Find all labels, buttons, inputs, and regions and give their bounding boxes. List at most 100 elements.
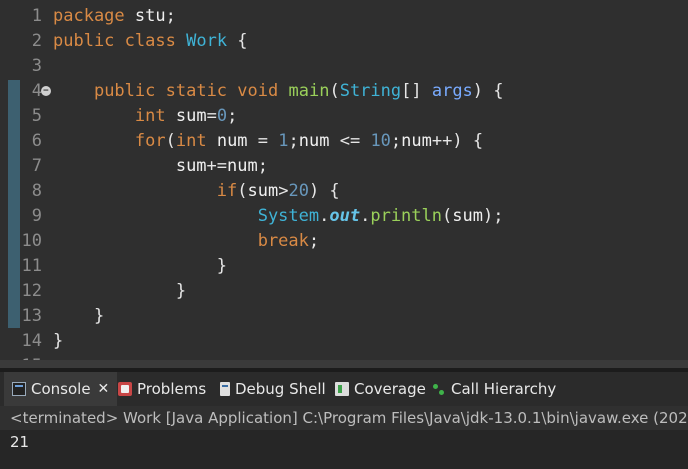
line-number: 3 xyxy=(31,56,42,76)
line-number: 2 xyxy=(31,31,42,51)
code-token: main xyxy=(288,81,330,101)
code-token: = xyxy=(206,106,217,126)
fold-collapse-icon[interactable]: − xyxy=(41,86,51,96)
code-line[interactable]: int sum=0; xyxy=(53,104,237,129)
line-number: 5 xyxy=(31,106,42,126)
code-token: . xyxy=(319,206,330,226)
code-token: ); xyxy=(482,206,504,226)
code-line[interactable]: public class Work { xyxy=(53,29,248,54)
code-line[interactable]: } xyxy=(53,304,104,329)
code-token: System xyxy=(257,206,320,226)
console-output-text[interactable]: 21 xyxy=(10,431,29,453)
code-token: num xyxy=(298,131,330,151)
code-token: sum xyxy=(452,206,483,226)
code-token: ( xyxy=(329,81,340,101)
code-token: stu xyxy=(134,6,166,26)
line-number: 8 xyxy=(31,181,42,201)
console-icon xyxy=(12,382,26,396)
tab-label: Coverage xyxy=(354,380,426,398)
ide-window: 1 2 3 4 5 6 7 8 9 10 11 12 13 14 15 − pa… xyxy=(0,0,688,469)
tab-problems[interactable]: Problems xyxy=(118,372,206,406)
code-line[interactable]: } xyxy=(53,329,63,354)
code-token: Work xyxy=(186,31,228,51)
code-token: package xyxy=(53,6,125,26)
code-token: ; xyxy=(257,156,268,176)
console-view[interactable]: <terminated> Work [Java Application] C:\… xyxy=(0,406,688,469)
code-editor[interactable]: 1 2 3 4 5 6 7 8 9 10 11 12 13 14 15 − pa… xyxy=(0,0,688,368)
code-token: int xyxy=(175,131,207,151)
tab-label: Debug Shell xyxy=(235,380,326,398)
console-status-header: <terminated> Work [Java Application] C:\… xyxy=(0,406,688,430)
coverage-icon xyxy=(335,382,349,396)
code-token: += xyxy=(206,156,228,176)
code-token: } xyxy=(53,331,64,351)
code-line[interactable]: package stu; xyxy=(53,4,176,29)
code-line[interactable]: System.out.println(sum); xyxy=(53,204,504,229)
tab-label: Call Hierarchy xyxy=(451,380,557,398)
code-token: sum xyxy=(247,181,279,201)
code-token: void xyxy=(237,81,279,101)
close-icon[interactable]: ✕ xyxy=(98,381,110,397)
code-token: 20 xyxy=(288,181,309,201)
code-token: sum xyxy=(175,106,207,126)
line-number: 11 xyxy=(21,256,42,276)
line-number: 6 xyxy=(31,131,42,151)
code-token: ; xyxy=(227,106,238,126)
tab-call-hierarchy[interactable]: Call Hierarchy xyxy=(432,372,556,406)
code-token: ; xyxy=(308,231,320,251)
tab-debug-shell[interactable]: Debug Shell xyxy=(220,372,326,406)
code-token: sum xyxy=(175,156,207,176)
code-token: ++) { xyxy=(431,131,484,151)
code-token: ) { xyxy=(308,181,340,201)
code-token: ( xyxy=(237,181,248,201)
code-line[interactable]: public static void main(String[] args) { xyxy=(53,79,504,104)
tab-console[interactable]: Console ✕ xyxy=(4,372,118,406)
editor-horizontal-scrollbar[interactable] xyxy=(0,360,688,368)
code-token: num xyxy=(401,131,432,151)
code-token: for xyxy=(134,131,166,151)
code-line[interactable]: sum+=num; xyxy=(53,154,268,179)
line-number: 14 xyxy=(21,331,42,351)
code-token: public xyxy=(93,81,156,101)
code-token: num xyxy=(227,156,258,176)
code-token: ; xyxy=(390,131,402,151)
code-line[interactable]: break; xyxy=(53,229,319,254)
code-token: } xyxy=(175,281,187,301)
tab-label: Console xyxy=(31,380,91,398)
code-line[interactable]: } xyxy=(53,279,186,304)
line-number-gutter: 1 2 3 4 5 6 7 8 9 10 11 12 13 14 15 − xyxy=(0,0,51,368)
code-token: ( xyxy=(165,131,176,151)
line-number: 1 xyxy=(31,6,42,26)
line-number: 13 xyxy=(21,306,42,326)
code-line[interactable]: for(int num = 1;num <= 10;num++) { xyxy=(53,129,483,154)
code-token: [] xyxy=(401,81,432,101)
code-line[interactable]: if(sum>20) { xyxy=(53,179,340,204)
code-token: num xyxy=(216,131,248,151)
code-token: = xyxy=(247,131,279,151)
code-token: break xyxy=(257,231,309,251)
code-token: ; xyxy=(288,131,299,151)
code-token: } xyxy=(93,306,105,326)
code-token: args xyxy=(431,81,473,101)
code-token: 0 xyxy=(216,106,228,126)
tab-label: Problems xyxy=(137,380,207,398)
code-token: class xyxy=(124,31,176,51)
code-line[interactable]: } xyxy=(53,254,227,279)
line-number: 12 xyxy=(21,281,42,301)
code-token: } xyxy=(216,256,228,276)
tab-coverage[interactable]: Coverage xyxy=(335,372,426,406)
